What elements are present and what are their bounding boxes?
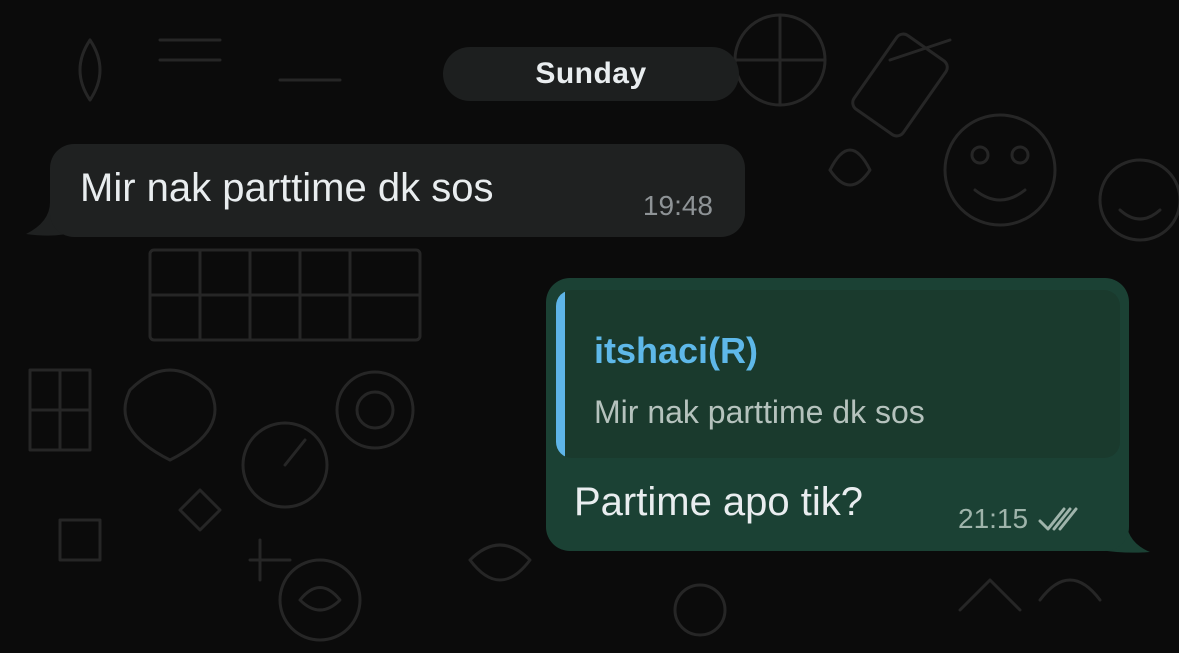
incoming-message-time: 19:48 <box>642 190 713 221</box>
reply-quote[interactable]: itshaci(R) Mir nak parttime dk sos <box>556 290 1120 458</box>
reply-quote-author: itshaci(R) <box>594 330 759 371</box>
outgoing-message-text: Partime apo tik? <box>574 480 864 524</box>
double-check-icon <box>1038 507 1078 531</box>
date-label: Sunday <box>535 57 647 90</box>
incoming-message-bubble[interactable]: Mir nak parttime dk sos 19:48 <box>50 144 745 237</box>
date-separator: Sunday <box>443 47 739 101</box>
outgoing-message-bubble[interactable]: itshaci(R) Mir nak parttime dk sos Parti… <box>546 278 1129 551</box>
reply-quote-text: Mir nak parttime dk sos <box>594 394 925 430</box>
incoming-message-text: Mir nak parttime dk sos <box>80 166 494 210</box>
outgoing-message-time: 21:15 <box>958 503 1029 534</box>
outgoing-message-meta: 21:15 <box>958 503 1082 535</box>
reply-quote-bar <box>556 290 565 458</box>
